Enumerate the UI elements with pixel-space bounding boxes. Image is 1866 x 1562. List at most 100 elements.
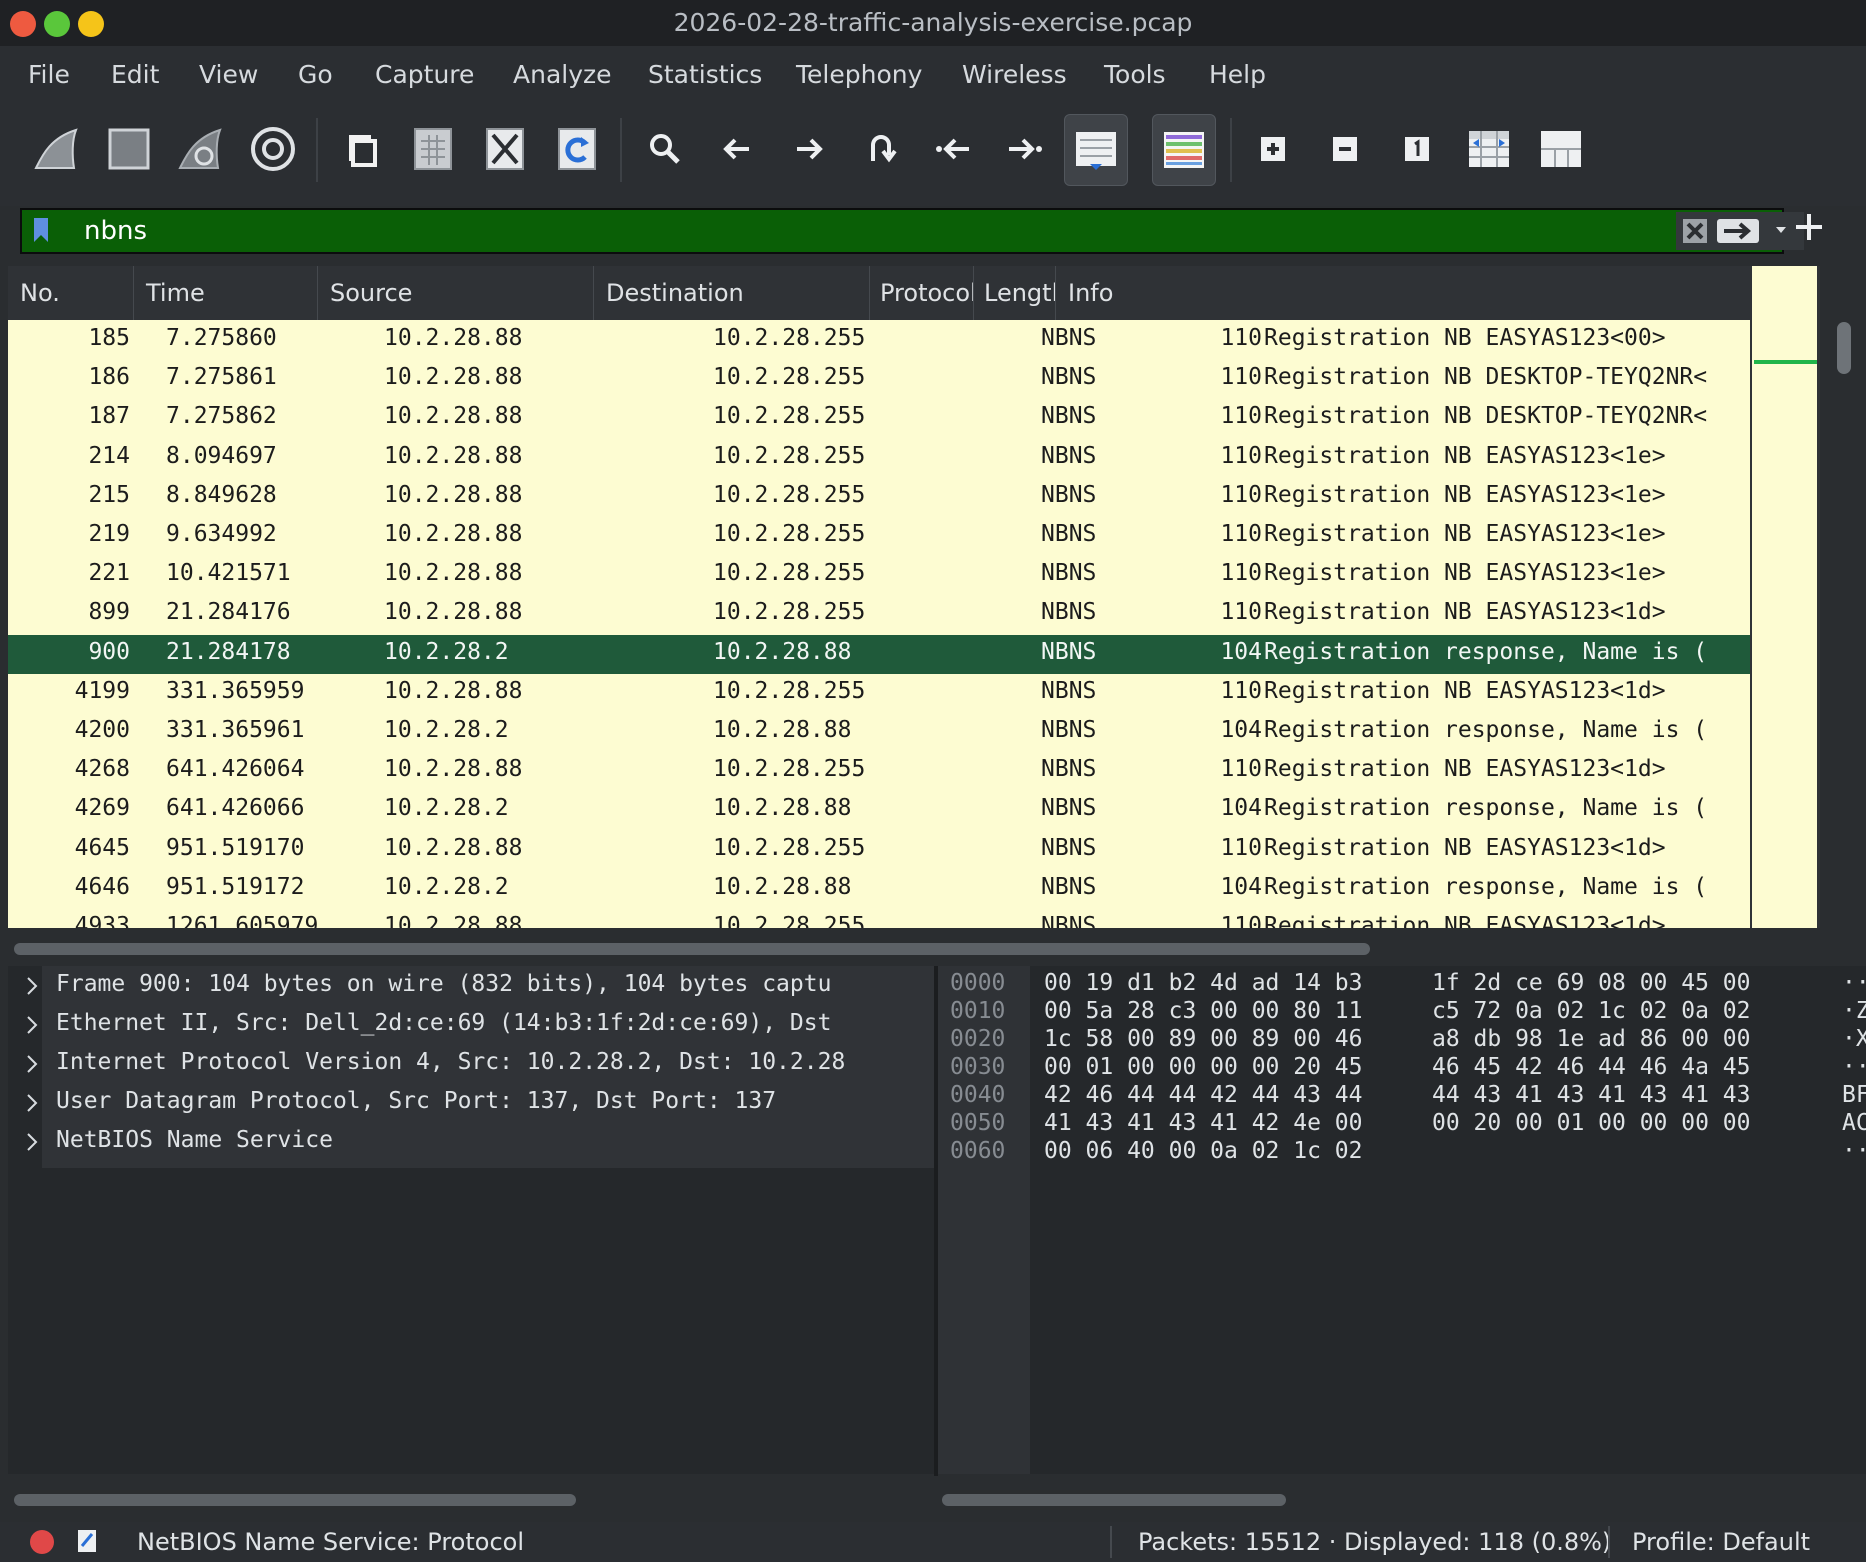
reload-file-icon[interactable]: [546, 114, 608, 184]
chevron-right-icon[interactable]: [26, 1093, 38, 1119]
col-header-protocol[interactable]: Protocol: [870, 266, 974, 320]
first-packet-icon[interactable]: [922, 114, 984, 184]
scrollbar-thumb[interactable]: [1837, 322, 1851, 374]
details-row-nbns[interactable]: NetBIOS Name Service: [8, 1122, 934, 1161]
packet-row[interactable]: 185 7.275860 10.2.28.88 10.2.28.255 NBNS 110 R…: [8, 321, 1750, 360]
toolbar-separator: [620, 118, 622, 182]
packet-row[interactable]: 899 21.284176 10.2.28.88 10.2.28.255 NBNS 110…: [8, 595, 1750, 634]
packet-cell-proto: NBNS: [1041, 521, 1097, 547]
menu-telephony[interactable]: Telephony: [796, 60, 922, 89]
packet-row[interactable]: 214 8.094697 10.2.28.88 10.2.28.255 NBNS 110 R…: [8, 439, 1750, 478]
packet-row[interactable]: 4646 951.519172 10.2.28.2 10.2.28.88 NBNS 104…: [8, 870, 1750, 909]
add-filter-button-icon[interactable]: [1792, 210, 1826, 248]
status-profile[interactable]: Profile: Default: [1632, 1528, 1810, 1556]
packet-row[interactable]: 187 7.275862 10.2.28.88 10.2.28.255 NBNS 110 R…: [8, 399, 1750, 438]
menu-view[interactable]: View: [199, 60, 258, 89]
packet-cell-src: 10.2.28.88: [384, 913, 523, 928]
col-header-source[interactable]: Source: [318, 266, 594, 320]
packet-cell-dst: 10.2.28.255: [713, 364, 866, 391]
details-row-frame[interactable]: Frame 900: 104 bytes on wire (832 bits),…: [8, 966, 934, 1005]
clear-filter-icon[interactable]: [1682, 218, 1708, 248]
menu-statistics[interactable]: Statistics: [648, 60, 762, 89]
packet-row[interactable]: 4269 641.426066 10.2.28.2 10.2.28.88 NBNS 104…: [8, 791, 1750, 830]
last-packet-icon[interactable]: [994, 114, 1056, 184]
packet-cell-time: 331.365959: [166, 677, 305, 704]
chevron-right-icon[interactable]: [26, 1015, 38, 1041]
normal-size-icon[interactable]: [1386, 114, 1448, 184]
packet-cell-time: 7.275861: [166, 364, 277, 391]
layout-icon[interactable]: [1530, 114, 1592, 184]
chevron-right-icon[interactable]: [26, 1132, 38, 1158]
packet-row[interactable]: 4645 951.519170 10.2.28.88 10.2.28.255 NBNS 1…: [8, 831, 1750, 870]
packet-row[interactable]: 186 7.275861 10.2.28.88 10.2.28.255 NBNS 110 R…: [8, 360, 1750, 399]
bytes-row[interactable]: 0010 00 5a 28 c3 00 00 80 11 c5 72 0a 02…: [938, 998, 1866, 1026]
details-row-ethernet[interactable]: Ethernet II, Src: Dell_2d:ce:69 (14:b3:1…: [8, 1005, 934, 1044]
menu-edit[interactable]: Edit: [111, 60, 159, 89]
bytes-row[interactable]: 0030 00 01 00 00 00 00 20 45 46 45 42 46…: [938, 1054, 1866, 1082]
chevron-right-icon[interactable]: [26, 976, 38, 1002]
capture-options-icon[interactable]: [242, 114, 304, 184]
packet-row[interactable]: 221 10.421571 10.2.28.88 10.2.28.255 NBNS 110…: [8, 556, 1750, 595]
capture-comment-icon[interactable]: [76, 1528, 98, 1560]
col-header-info[interactable]: Info: [1056, 266, 1750, 320]
packet-cell-time: 1261.605979: [166, 913, 319, 928]
packet-list-horizontal-scrollbar[interactable]: [8, 930, 1750, 966]
colorize-icon[interactable]: [1152, 114, 1216, 186]
packet-list-vertical-scrollbar[interactable]: [1826, 266, 1866, 928]
bytes-row[interactable]: 0060 00 06 40 00 0a 02 1c 02 ··: [938, 1138, 1866, 1166]
display-filter-input[interactable]: [62, 210, 1704, 252]
save-file-icon[interactable]: [402, 114, 464, 184]
details-row-udp[interactable]: User Datagram Protocol, Src Port: 137, D…: [8, 1083, 934, 1122]
packet-row[interactable]: 4268 641.426064 10.2.28.88 10.2.28.255 NBNS 1…: [8, 752, 1750, 791]
details-scrollbar-thumb[interactable]: [14, 1494, 576, 1506]
find-packet-icon[interactable]: [634, 114, 696, 184]
go-back-icon[interactable]: [706, 114, 768, 184]
col-header-length[interactable]: Lengtl: [974, 266, 1056, 320]
go-to-packet-icon[interactable]: [850, 114, 912, 184]
packet-row[interactable]: 4933 1261.605979 10.2.28.88 10.2.28.255 NBNS…: [8, 909, 1750, 928]
zoom-in-icon[interactable]: [1242, 114, 1304, 184]
col-header-destination[interactable]: Destination: [594, 266, 870, 320]
packet-minimap[interactable]: [1750, 266, 1820, 928]
menu-tools[interactable]: Tools: [1104, 60, 1166, 89]
scrollbar-thumb[interactable]: [14, 943, 1370, 955]
bookmark-icon[interactable]: [32, 216, 50, 248]
bytes-scrollbar-thumb[interactable]: [942, 1494, 1286, 1506]
bytes-row[interactable]: 0040 42 46 44 44 42 44 43 44 44 43 41 43…: [938, 1082, 1866, 1110]
filter-dropdown-icon[interactable]: [1774, 222, 1788, 241]
menu-wireless[interactable]: Wireless: [962, 60, 1067, 89]
menu-analyze[interactable]: Analyze: [513, 60, 612, 89]
details-row-ipv4[interactable]: Internet Protocol Version 4, Src: 10.2.2…: [8, 1044, 934, 1083]
packet-row[interactable]: 219 9.634992 10.2.28.88 10.2.28.255 NBNS 110 R…: [8, 517, 1750, 556]
col-header-time[interactable]: Time: [134, 266, 318, 320]
col-header-no[interactable]: No.: [8, 266, 134, 320]
menu-go[interactable]: Go: [298, 60, 333, 89]
auto-scroll-icon[interactable]: [1064, 114, 1128, 186]
zoom-out-icon[interactable]: [1314, 114, 1376, 184]
packet-bytes-pane: 0000 00 19 d1 b2 4d ad 14 b3 1f 2d ce 69…: [938, 966, 1866, 1474]
packet-cell-dst: 10.2.28.255: [713, 442, 866, 469]
packet-row[interactable]: 4199 331.365959 10.2.28.88 10.2.28.255 NBNS 1…: [8, 674, 1750, 713]
shark-fin-start-capture-icon[interactable]: [26, 114, 88, 184]
menu-file[interactable]: File: [28, 60, 70, 89]
packet-row[interactable]: 215 8.849628 10.2.28.88 10.2.28.255 NBNS 110 R…: [8, 478, 1750, 517]
packet-cell-no: 214: [88, 442, 130, 469]
go-forward-icon[interactable]: [778, 114, 840, 184]
menu-capture[interactable]: Capture: [375, 60, 474, 89]
stop-capture-icon[interactable]: [98, 114, 160, 184]
bytes-row[interactable]: 0020 1c 58 00 89 00 89 00 46 a8 db 98 1e…: [938, 1026, 1866, 1054]
open-file-icon[interactable]: [330, 114, 392, 184]
packet-cell-src: 10.2.28.2: [384, 638, 509, 665]
bytes-row[interactable]: 0050 41 43 41 43 41 42 4e 00 00 20 00 01…: [938, 1110, 1866, 1138]
packet-row[interactable]: 900 21.284178 10.2.28.2 10.2.28.88 NBNS 104 Re…: [8, 634, 1750, 674]
restart-capture-icon[interactable]: [170, 114, 232, 184]
expert-info-icon[interactable]: [30, 1530, 54, 1554]
apply-filter-icon[interactable]: [1716, 216, 1760, 250]
chevron-right-icon[interactable]: [26, 1054, 38, 1080]
bytes-row[interactable]: 0000 00 19 d1 b2 4d ad 14 b3 1f 2d ce 69…: [938, 970, 1866, 998]
packet-row[interactable]: 4200 331.365961 10.2.28.2 10.2.28.88 NBNS 104…: [8, 713, 1750, 752]
close-file-icon[interactable]: [474, 114, 536, 184]
packet-cell-src: 10.2.28.88: [384, 364, 523, 391]
resize-columns-icon[interactable]: [1458, 114, 1520, 184]
menu-help[interactable]: Help: [1209, 60, 1266, 89]
